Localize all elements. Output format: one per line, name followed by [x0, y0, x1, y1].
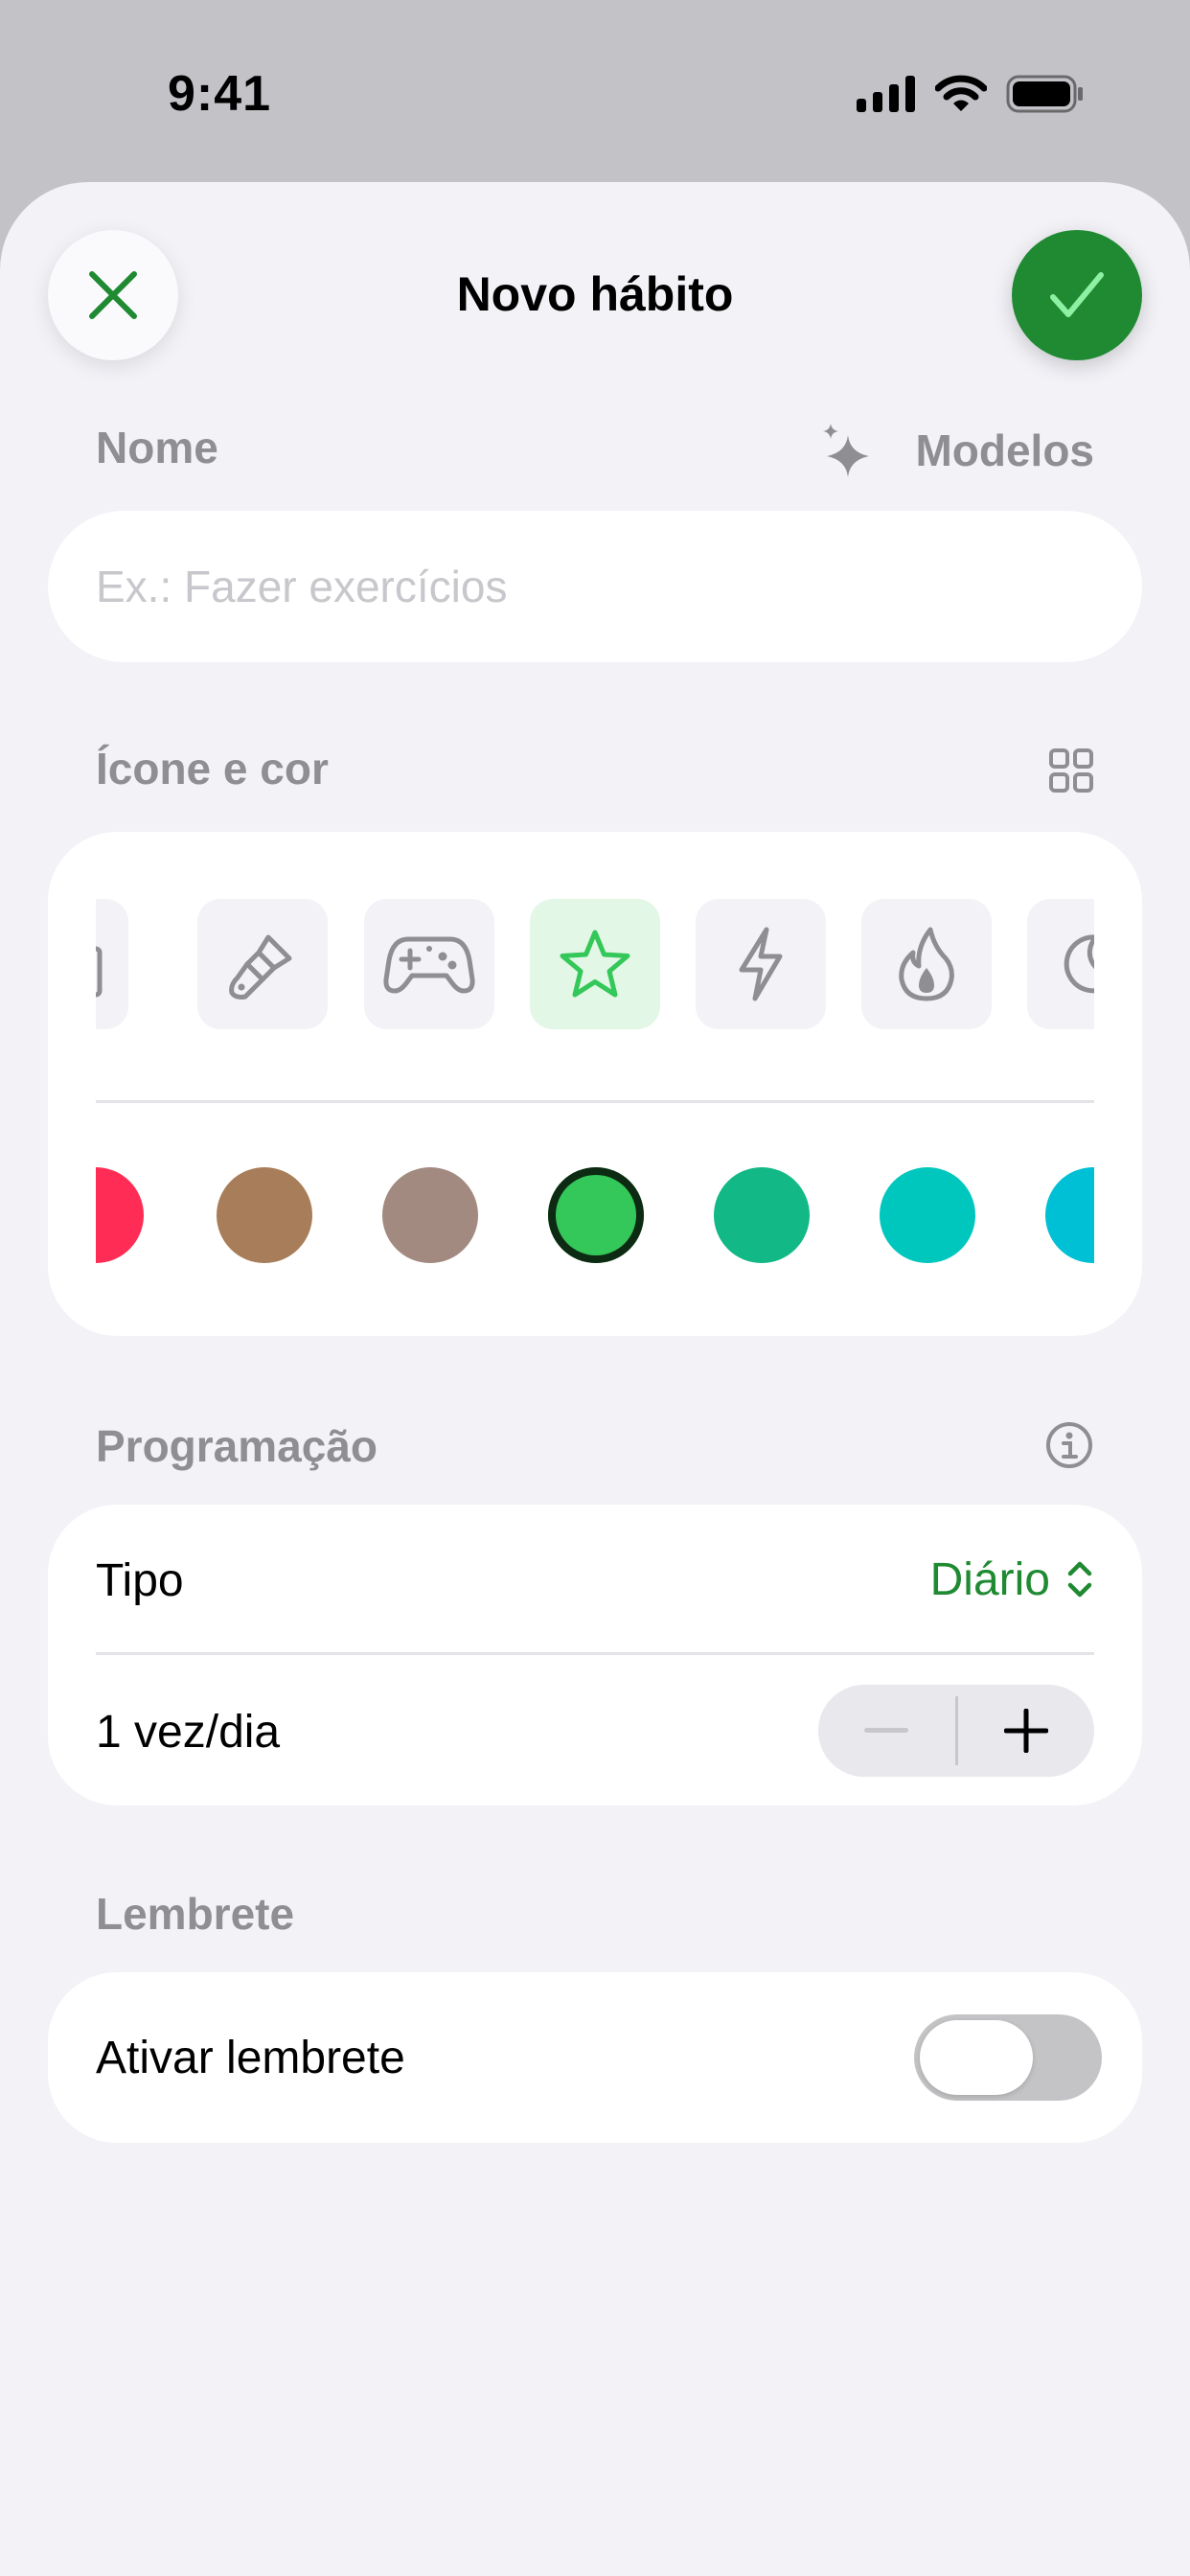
flame-icon: [899, 927, 954, 1001]
minus-icon: [864, 1728, 909, 1733]
icon-option-paintbrush[interactable]: [197, 899, 328, 1029]
status-bar: 9:41: [0, 0, 1190, 182]
color-picker-row[interactable]: [96, 1165, 1094, 1265]
color-swatch-taupe[interactable]: [382, 1167, 478, 1263]
icon-picker-row[interactable]: [96, 899, 1094, 1029]
type-selector[interactable]: Diário: [930, 1543, 1094, 1616]
icon-color-section-label: Ícone e cor: [96, 744, 329, 794]
paintbrush-icon: [229, 934, 292, 1000]
icon-option-bolt[interactable]: [696, 899, 826, 1029]
status-time: 9:41: [168, 66, 272, 122]
color-swatch-green[interactable]: [548, 1167, 644, 1263]
templates-label: Modelos: [915, 426, 1094, 475]
icon-option-gamepad[interactable]: [364, 899, 494, 1029]
reminder-toggle[interactable]: [914, 2014, 1102, 2101]
habit-name-input[interactable]: [48, 511, 1142, 662]
increment-button[interactable]: [958, 1685, 1095, 1777]
toggle-knob: [920, 2020, 1033, 2095]
sparkles-icon: [823, 424, 870, 477]
decrement-button[interactable]: [818, 1685, 955, 1777]
gamepad-icon: [383, 936, 475, 994]
type-value: Diário: [929, 1553, 1050, 1605]
color-swatch-pink[interactable]: [96, 1167, 144, 1263]
schedule-section-label: Programação: [96, 1421, 378, 1471]
reminder-toggle-label: Ativar lembrete: [96, 2033, 405, 2083]
grid-icon: [1049, 748, 1093, 793]
icon-grid-button[interactable]: [1048, 748, 1094, 794]
schedule-card: Tipo Diário 1 vez/dia: [48, 1505, 1142, 1806]
icon-option-flame[interactable]: [861, 899, 992, 1029]
divider: [96, 1652, 1094, 1655]
icon-option-camera[interactable]: [96, 899, 128, 1029]
camera-icon: [96, 946, 103, 998]
moon-icon: [1064, 934, 1094, 994]
plus-icon: [1003, 1709, 1048, 1753]
reminder-card: Ativar lembrete: [48, 1972, 1142, 2143]
wifi-icon: [935, 75, 987, 111]
cellular-signal-icon: [857, 76, 915, 112]
color-swatch-brown[interactable]: [217, 1167, 312, 1263]
templates-button[interactable]: Modelos: [821, 422, 1094, 479]
icon-option-moon[interactable]: [1027, 899, 1094, 1029]
icon-color-card: [48, 832, 1142, 1336]
checkmark-icon: [1050, 272, 1104, 317]
status-icons: [857, 75, 1085, 113]
type-label: Tipo: [96, 1555, 184, 1606]
schedule-info-button[interactable]: [1044, 1420, 1094, 1470]
reminder-section-label: Lembrete: [96, 1889, 295, 1939]
new-habit-sheet: Novo hábito Nome Modelos Ícone e cor: [0, 182, 1190, 2576]
color-swatch-emerald[interactable]: [714, 1167, 810, 1263]
frequency-stepper[interactable]: [818, 1685, 1094, 1777]
divider: [96, 1100, 1094, 1103]
name-section-label: Nome: [96, 423, 218, 472]
info-icon: [1046, 1422, 1092, 1468]
star-icon: [560, 930, 630, 998]
frequency-label: 1 vez/dia: [96, 1707, 281, 1758]
bolt-icon: [739, 927, 783, 1001]
color-swatch-cyan[interactable]: [1045, 1167, 1094, 1263]
battery-icon: [1006, 75, 1083, 113]
confirm-button[interactable]: [1012, 230, 1142, 360]
chevron-up-down-icon: [1067, 1561, 1092, 1598]
icon-option-star[interactable]: [530, 899, 660, 1029]
color-swatch-teal[interactable]: [880, 1167, 975, 1263]
